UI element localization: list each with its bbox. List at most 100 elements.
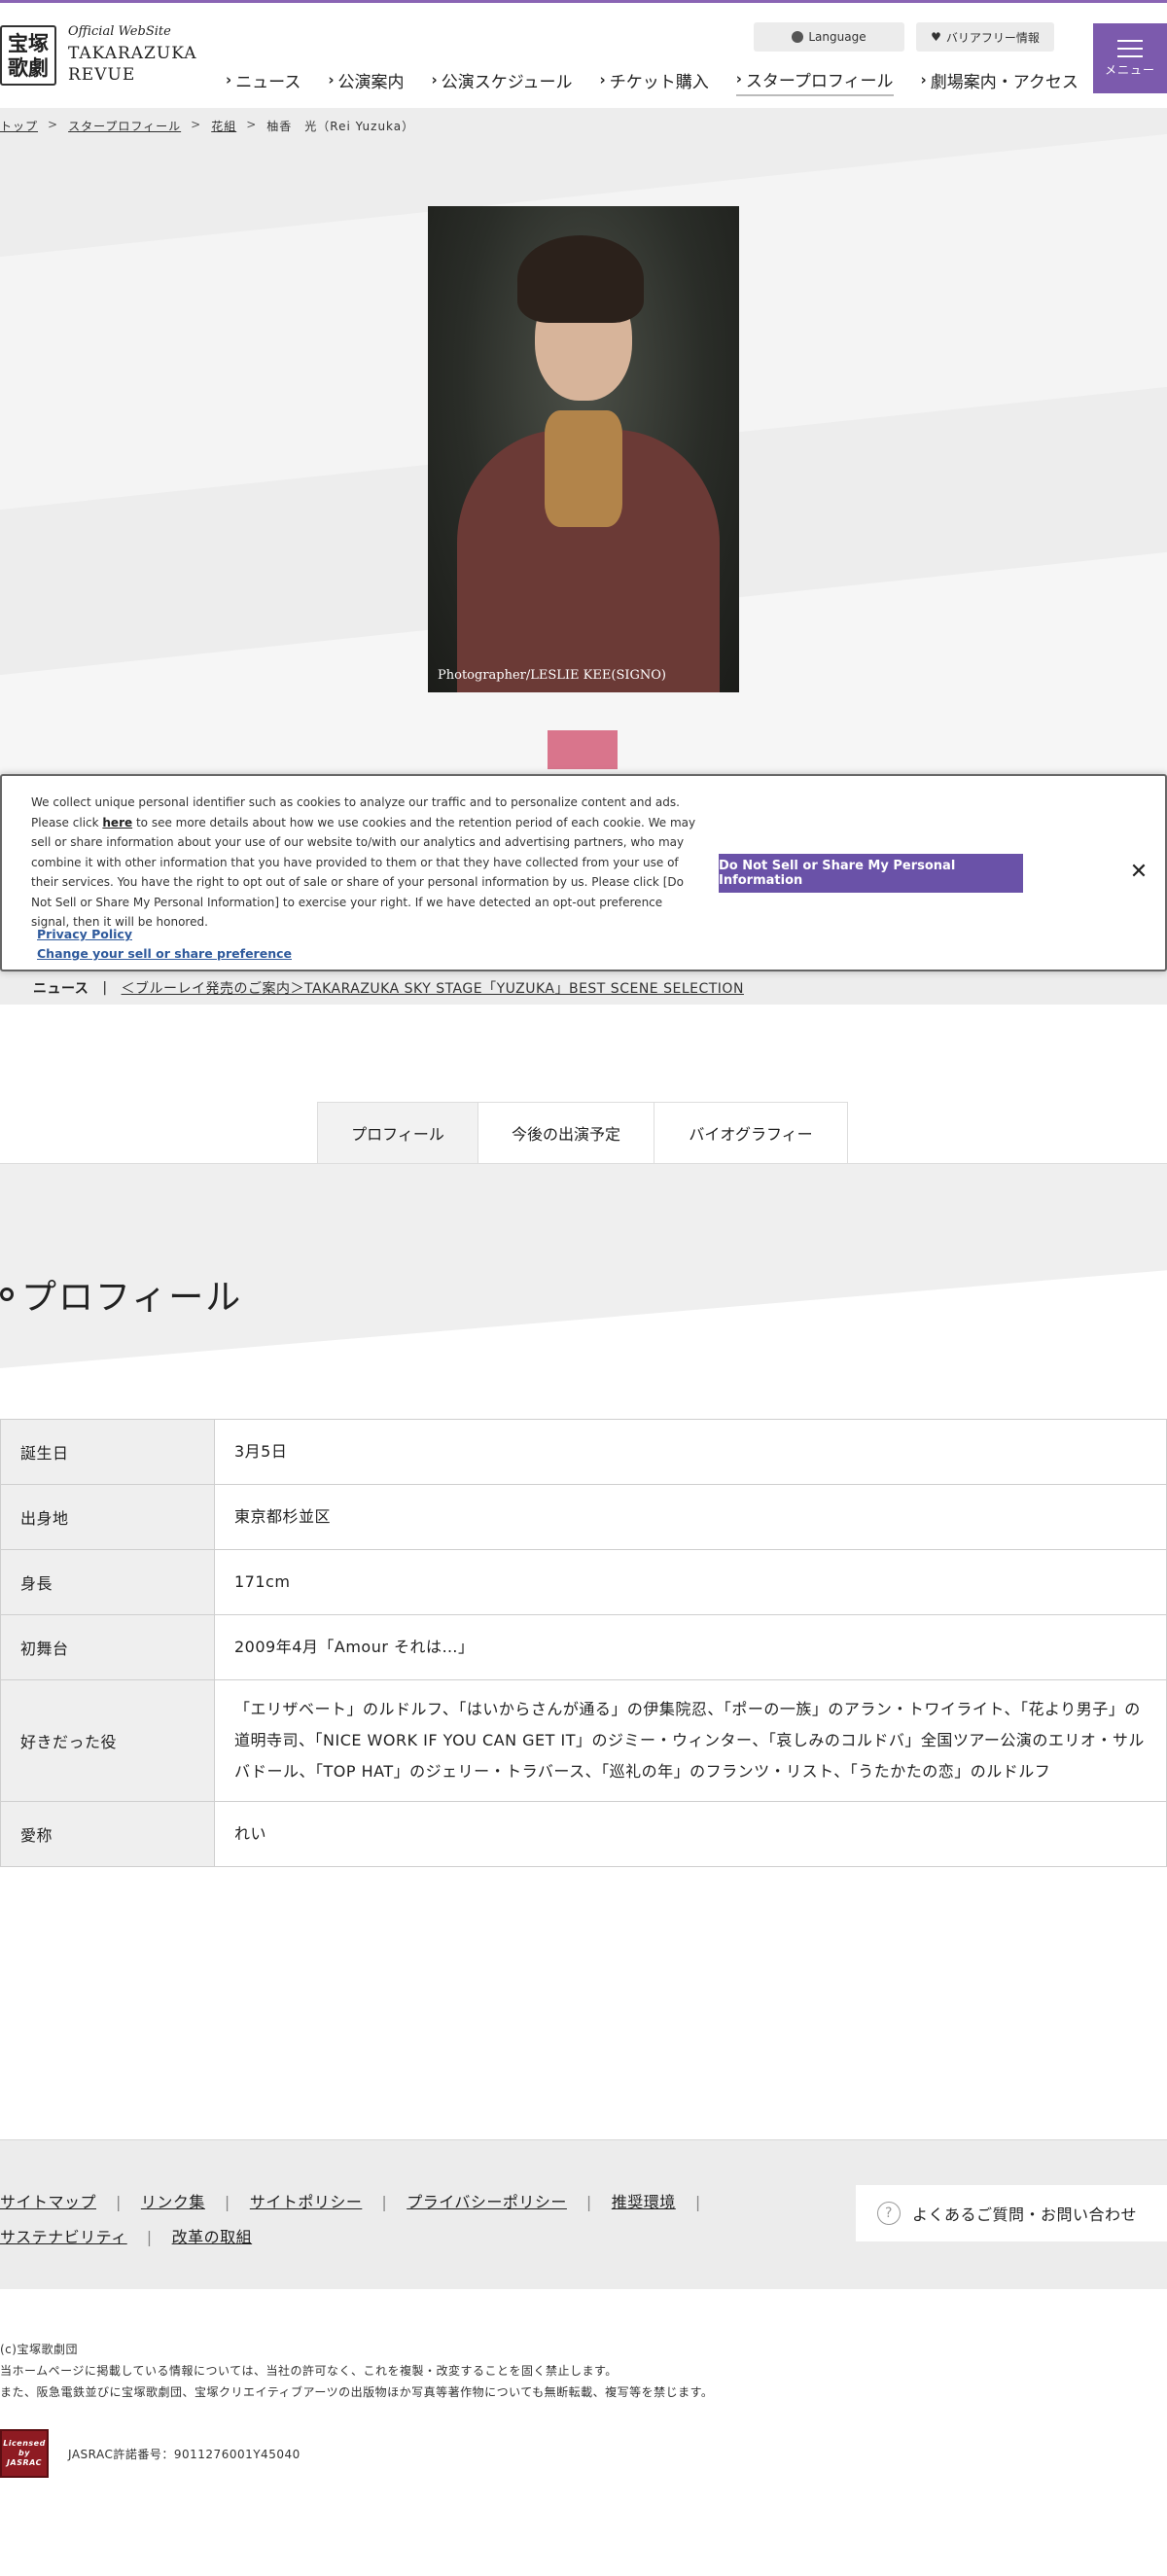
nav-label: 公演スケジュール [441, 72, 573, 92]
news-label: ニュース [33, 981, 89, 997]
barrier-free-button[interactable]: ♥ バリアフリー情報 [916, 22, 1054, 52]
nav-item-theater-access[interactable]: › 劇場案内・アクセス [921, 63, 1079, 96]
menu-label: メニュー [1104, 62, 1155, 77]
profile-value: れい [214, 1801, 1167, 1867]
jasrac-logo: Licensed by JASRAC [0, 2429, 49, 2478]
nav-label: 公演案内 [337, 72, 405, 92]
tab-biography[interactable]: バイオグラフィー [654, 1102, 848, 1164]
cookie-links: Privacy Policy Change your sell or share… [37, 925, 292, 964]
site-logo[interactable]: 宝塚 歌劇 Official WebSite TAKARAZUKA REVUE [0, 24, 196, 86]
footer-nav: サイトマップ | リンク集 | サイトポリシー | プライバシーポリシー | 推奨環境 | サステナ… [0, 2139, 1167, 2289]
globe-icon [792, 31, 804, 43]
section-title-text: プロフィール [21, 1278, 243, 1318]
breadcrumb-separator: > [48, 118, 59, 131]
profile-value: 171cm [214, 1549, 1167, 1615]
chevron-right-icon: › [599, 71, 606, 88]
menu-button[interactable]: メニュー [1093, 23, 1167, 93]
table-row: 出身地 東京都杉並区 [0, 1484, 1167, 1550]
language-button[interactable]: Language [754, 22, 904, 52]
profile-key: 愛称 [0, 1801, 215, 1867]
nav-label: チケット購入 [609, 72, 709, 92]
footer-links: サイトマップ | リンク集 | サイトポリシー | プライバシーポリシー | 推奨環境 | サステナ… [0, 2185, 759, 2255]
breadcrumb-current: 柚香 光（Rei Yuzuka） [266, 120, 415, 133]
footer-separator: | [224, 2193, 230, 2211]
logo-line2: TAKARAZUKA [68, 44, 197, 63]
copyright-line: 当ホームページに掲載している情報については、当社の許可なく、これを複製・改変する… [0, 2364, 618, 2378]
chevron-right-icon: › [735, 70, 742, 88]
table-row: 初舞台 2009年4月「Amour それは…」 [0, 1614, 1167, 1680]
footer-link-environment[interactable]: 推奨環境 [612, 2193, 676, 2211]
chevron-right-icon: › [431, 71, 438, 88]
portrait-figure [517, 235, 644, 323]
news-strip: ニュース | ＜ブルーレイ発売のご案内＞TAKARAZUKA SKY STAGE… [0, 971, 1167, 1005]
jasrac-number: JASRAC許諾番号：9011276001Y45040 [68, 2447, 301, 2461]
cookie-here-link[interactable]: here [102, 816, 132, 829]
logo-line1: Official WebSite [68, 24, 171, 39]
nav-label: ニュース [235, 72, 301, 92]
heart-icon: ♥ [931, 30, 941, 44]
profile-value: 「エリザベート」のルドルフ、「はいからさんが通る」の伊集院忍、「ポーの一族」のア… [214, 1679, 1167, 1802]
change-preference-link[interactable]: Change your sell or share preference [37, 944, 292, 964]
footer-link-reform[interactable]: 改革の取組 [172, 2228, 253, 2246]
footer-separator: | [116, 2193, 122, 2211]
nav-item-star-profile[interactable]: › スタープロフィール [735, 63, 894, 96]
close-icon[interactable]: ✕ [1127, 860, 1150, 884]
footer-link-site-policy[interactable]: サイトポリシー [250, 2193, 363, 2211]
site-header: 宝塚 歌劇 Official WebSite TAKARAZUKA REVUE L… [0, 3, 1167, 108]
profile-value: 東京都杉並区 [214, 1484, 1167, 1550]
privacy-policy-link[interactable]: Privacy Policy [37, 925, 292, 944]
copyright-line: (c)宝塚歌劇団 [0, 2343, 78, 2356]
section-title: プロフィール [0, 1269, 242, 1320]
chevron-right-icon: › [920, 71, 927, 88]
footer-separator: | [694, 2193, 701, 2211]
breadcrumb-troupe[interactable]: 花組 [211, 118, 236, 134]
question-icon: ? [877, 2202, 901, 2225]
profile-table: 誕生日 3月5日 出身地 東京都杉並区 身長 171cm 初舞台 2009年4月… [0, 1419, 1167, 1867]
nav-label: 劇場案内・アクセス [930, 72, 1079, 92]
breadcrumb-star-profile[interactable]: スタープロフィール [68, 118, 181, 134]
footer-separator: | [146, 2228, 153, 2246]
tab-upcoming[interactable]: 今後の出演予定 [477, 1102, 654, 1164]
news-separator: | [102, 980, 108, 996]
footer-link-privacy[interactable]: プライバシーポリシー [407, 2193, 567, 2211]
logo-mark: 宝塚 歌劇 [0, 24, 56, 86]
nav-item-news[interactable]: › ニュース [226, 63, 301, 96]
portrait-figure [545, 410, 622, 527]
jasrac-block: Licensed by JASRAC JASRAC許諾番号：9011276001Y4… [0, 2429, 301, 2478]
breadcrumb-separator: > [246, 118, 258, 131]
nav-item-schedule[interactable]: › 公演スケジュール [432, 63, 573, 96]
troupe-icon [548, 730, 618, 769]
footer-separator: | [381, 2193, 388, 2211]
profile-key: 初舞台 [0, 1614, 215, 1680]
nav-item-performances[interactable]: › 公演案内 [328, 63, 404, 96]
profile-value: 3月5日 [214, 1419, 1167, 1485]
cookie-banner: We collect unique personal identifier su… [0, 774, 1167, 971]
footer-link-sitemap[interactable]: サイトマップ [0, 2193, 96, 2211]
logo-line3: REVUE [68, 65, 136, 85]
footer-link-sustainability[interactable]: サステナビリティ [0, 2228, 127, 2246]
profile-key: 誕生日 [0, 1419, 215, 1485]
nav-item-tickets[interactable]: › チケット購入 [600, 63, 709, 96]
tab-profile[interactable]: プロフィール [317, 1102, 478, 1164]
cookie-text-part: to see more details about how we use coo… [31, 815, 696, 930]
chevron-right-icon: › [328, 71, 335, 88]
profile-tabs: プロフィール 今後の出演予定 バイオグラフィー [317, 1102, 848, 1164]
footer-separator: | [585, 2193, 592, 2211]
breadcrumb-top[interactable]: トップ [0, 118, 38, 134]
tabs-divider [0, 1163, 1167, 1164]
copyright: (c)宝塚歌劇団 当ホームページに掲載している情報については、当社の許可なく、こ… [0, 2339, 713, 2403]
breadcrumb-separator: > [191, 118, 202, 131]
circle-bullet-icon [0, 1288, 14, 1301]
cookie-text: We collect unique personal identifier su… [31, 793, 702, 933]
faq-contact-button[interactable]: ? よくあるご質問・お問い合わせ [856, 2185, 1167, 2241]
table-row: 誕生日 3月5日 [0, 1419, 1167, 1485]
section-background [0, 1164, 1167, 1368]
breadcrumb: トップ > スタープロフィール > 花組 > 柚香 光（Rei Yuzuka） [0, 118, 414, 134]
do-not-sell-button[interactable]: Do Not Sell or Share My Personal Informa… [719, 854, 1023, 893]
news-link[interactable]: ＜ブルーレイ発売のご案内＞TAKARAZUKA SKY STAGE「YUZUKA… [122, 978, 744, 998]
profile-key: 好きだった役 [0, 1679, 215, 1802]
hamburger-icon [1117, 39, 1143, 57]
global-nav: › ニュース › 公演案内 › 公演スケジュール › チケット購入 › スタープロフィール… [226, 63, 1079, 96]
profile-key: 身長 [0, 1549, 215, 1615]
footer-link-links[interactable]: リンク集 [141, 2193, 205, 2211]
